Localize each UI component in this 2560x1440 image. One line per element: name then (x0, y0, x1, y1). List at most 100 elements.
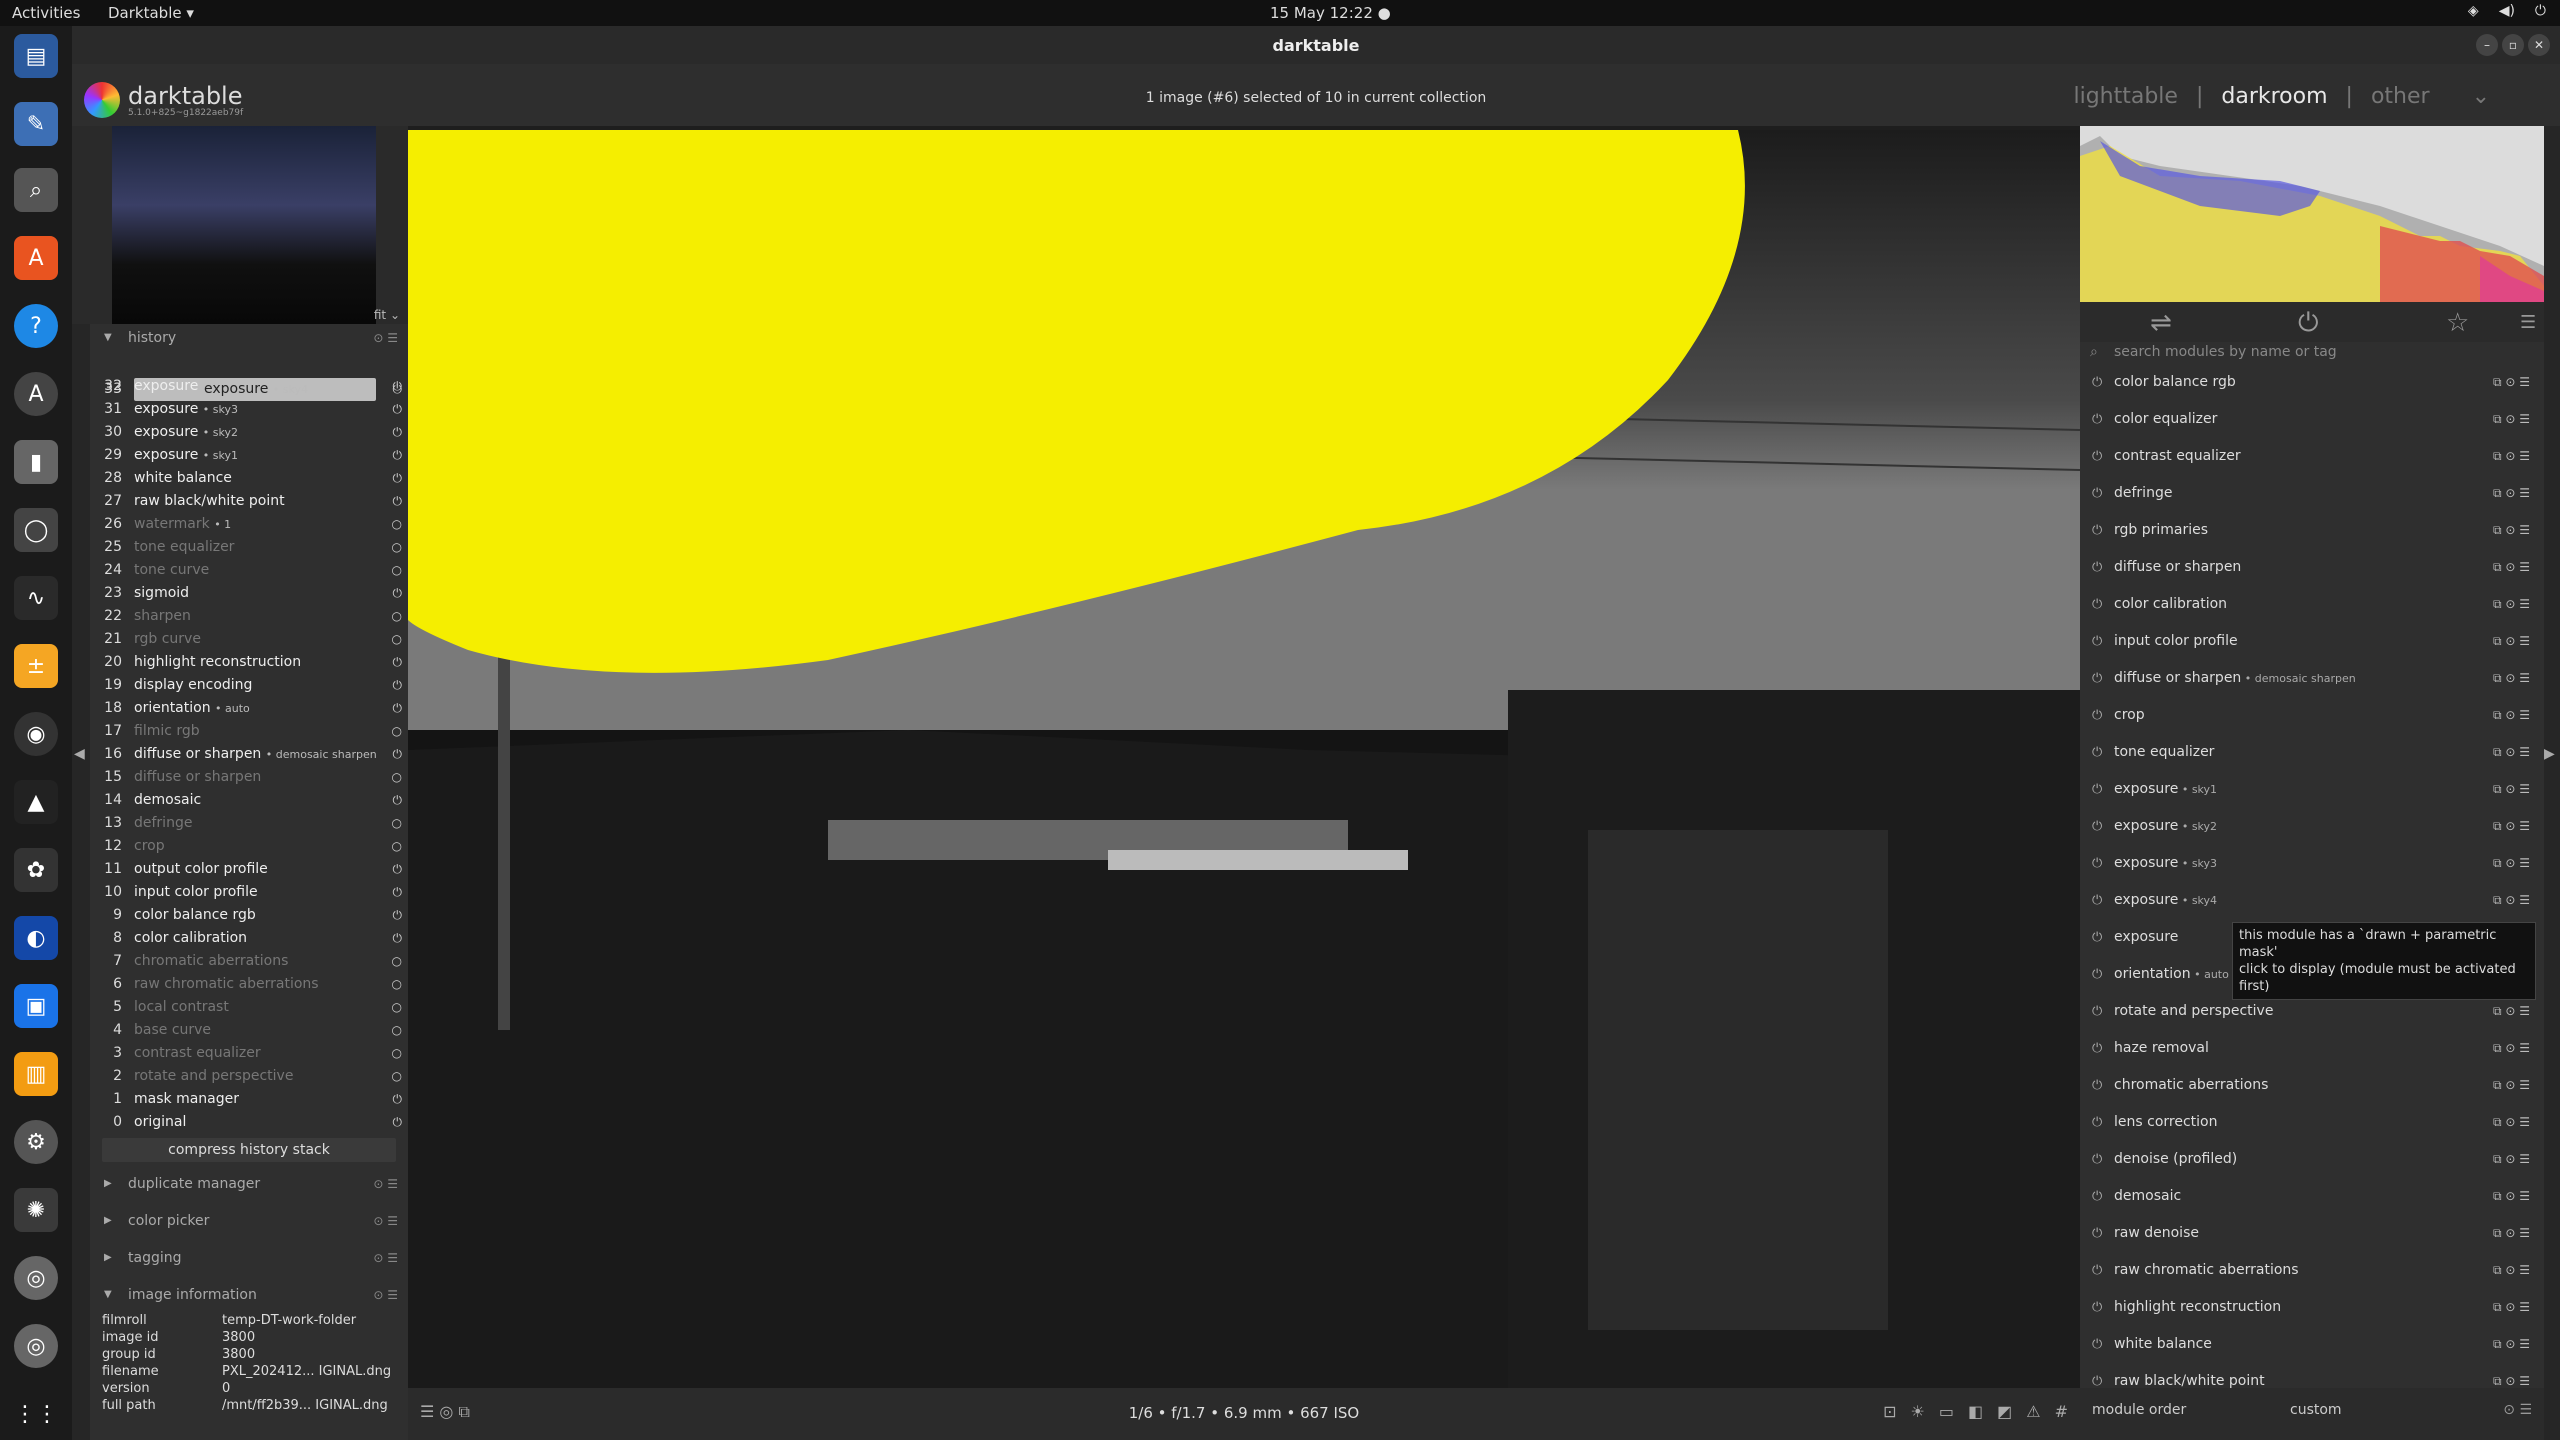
volume-icon[interactable]: ◀) (2499, 3, 2515, 19)
history-item[interactable]: 24 tone curve ○ (90, 559, 408, 582)
gimp-icon[interactable]: ✿ (14, 848, 58, 892)
module-action-icons[interactable]: ⧉ ⊙ ☰ (2493, 549, 2530, 586)
module-action-icons[interactable]: ⧉ ⊙ ☰ (2493, 475, 2530, 512)
history-item[interactable]: 16 diffuse or sharpen • demosaic sharpen ⏻ (90, 743, 408, 766)
menu-icon[interactable]: ☰ (2520, 312, 2536, 333)
module-action-icons[interactable]: ⧉ ⊙ ☰ (2493, 1252, 2530, 1289)
history-item[interactable]: 0 original ⏻ (90, 1111, 408, 1134)
module-power-icon[interactable]: ⏻ (2092, 919, 2102, 956)
module-power-icon[interactable]: ⏻ (2092, 438, 2102, 475)
history-item[interactable]: 28 white balance ⏻ (90, 467, 408, 490)
module-item[interactable]: ⏻ defringe ⧉ ⊙ ☰ (2080, 475, 2544, 512)
module-item[interactable]: ⏻ raw chromatic aberrations ⧉ ⊙ ☰ (2080, 1252, 2544, 1289)
module-action-icons[interactable]: ⧉ ⊙ ☰ (2493, 1141, 2530, 1178)
gamut-check-icon[interactable]: ◩ (1997, 1402, 2012, 1421)
module-preset-icons[interactable]: ⊙ ☰ (373, 1244, 398, 1272)
module-item[interactable]: ⏻ color equalizer ⧉ ⊙ ☰ (2080, 401, 2544, 438)
module-preset-icons[interactable]: ⊙ ☰ (373, 1207, 398, 1235)
history-item[interactable]: 20 highlight reconstruction ⏻ (90, 651, 408, 674)
collapse-left-icon[interactable]: ◀ (74, 746, 85, 762)
history-item[interactable]: 4 base curve ○ (90, 1019, 408, 1042)
module-item[interactable]: ⏻ exposure • sky2 ⧉ ⊙ ☰ (2080, 808, 2544, 845)
chevron-down-icon[interactable]: ⌄ (2472, 84, 2490, 109)
blender-icon[interactable]: ◐ (14, 916, 58, 960)
zoom-selector[interactable]: fit ⌄ (374, 308, 400, 322)
module-power-icon[interactable]: ⏻ (2092, 364, 2102, 401)
module-order-icons[interactable]: ⊙ ☰ (2503, 1402, 2532, 1418)
calculator-icon[interactable]: ± (14, 644, 58, 688)
module-power-icon[interactable]: ⏻ (2092, 475, 2102, 512)
module-action-icons[interactable]: ⧉ ⊙ ☰ (2493, 771, 2530, 808)
module-power-icon[interactable]: ⏻ (2092, 1363, 2102, 1388)
history-item[interactable]: 3 contrast equalizer ○ (90, 1042, 408, 1065)
module-power-icon[interactable]: ⏻ (2092, 1067, 2102, 1104)
module-preset-icons[interactable]: ⊙ ☰ (373, 1281, 398, 1309)
usb-icon[interactable]: ▮ (14, 440, 58, 484)
history-item[interactable]: 1 mask manager ⏻ (90, 1088, 408, 1111)
history-item[interactable]: 27 raw black/white point ⏻ (90, 490, 408, 513)
bulb-icon[interactable]: ☀ (1911, 1402, 1925, 1421)
history-item[interactable]: 11 output color profile ⏻ (90, 858, 408, 881)
module-power-icon[interactable]: ⏻ (2092, 1289, 2102, 1326)
module-item[interactable]: ⏻ white balance ⧉ ⊙ ☰ (2080, 1326, 2544, 1363)
clock[interactable]: 15 May 12:22 ● (1270, 4, 1391, 22)
module-power-icon[interactable]: ⏻ (2092, 771, 2102, 808)
history-item[interactable]: 2 rotate and perspective ○ (90, 1065, 408, 1088)
navigation-thumbnail[interactable] (112, 126, 376, 324)
history-item[interactable]: 31 exposure • sky3 ⏻ (90, 398, 408, 421)
module-power-icon[interactable]: ⏻ (2092, 1326, 2102, 1363)
collapse-right-icon[interactable]: ▶ (2544, 746, 2555, 762)
history-item[interactable]: 22 sharpen ○ (90, 605, 408, 628)
module-action-icons[interactable]: ⧉ ⊙ ☰ (2493, 1104, 2530, 1141)
settings-icon[interactable]: ⚙ (14, 1120, 58, 1164)
power-icon[interactable]: ⏻ (2535, 3, 2546, 19)
module-item[interactable]: ⏻ haze removal ⧉ ⊙ ☰ (2080, 1030, 2544, 1067)
module-power-icon[interactable]: ⏻ (2092, 1178, 2102, 1215)
module-power-icon[interactable]: ⏻ (2092, 1215, 2102, 1252)
module-item[interactable]: ⏻ crop ⧉ ⊙ ☰ (2080, 697, 2544, 734)
module-power-icon[interactable]: ⏻ (2092, 845, 2102, 882)
guides-icon[interactable]: # (2055, 1402, 2068, 1421)
help-icon[interactable]: ? (14, 304, 58, 348)
module-action-icons[interactable]: ⧉ ⊙ ☰ (2493, 1215, 2530, 1252)
module-item[interactable]: ⏻ input color profile ⧉ ⊙ ☰ (2080, 623, 2544, 660)
module-power-icon[interactable]: ⏻ (2092, 956, 2102, 993)
view-lighttable[interactable]: lighttable (2073, 84, 2177, 109)
history-item[interactable]: 6 raw chromatic aberrations ○ (90, 973, 408, 996)
chip-icon[interactable]: ▣ (14, 984, 58, 1028)
module-power-icon[interactable]: ⏻ (2092, 1030, 2102, 1067)
app-store-icon[interactable]: A (14, 236, 58, 280)
activities-button[interactable]: Activities (12, 4, 80, 22)
module-item[interactable]: ⏻ color balance rgb ⧉ ⊙ ☰ (2080, 364, 2544, 401)
module-search[interactable]: ⌕ search modules by name or tag (2080, 342, 2544, 364)
module-item[interactable]: ⏻ raw black/white point ⧉ ⊙ ☰ (2080, 1363, 2544, 1388)
star-icon[interactable]: ☆ (2446, 308, 2469, 338)
history-item[interactable]: 30 exposure • sky2 ⏻ (90, 421, 408, 444)
module-action-icons[interactable]: ⧉ ⊙ ☰ (2493, 882, 2530, 919)
history-item[interactable]: 21 rgb curve ○ (90, 628, 408, 651)
module-item[interactable]: ⏻ highlight reconstruction ⧉ ⊙ ☰ (2080, 1289, 2544, 1326)
module-action-icons[interactable]: ⧉ ⊙ ☰ (2493, 512, 2530, 549)
module-action-icons[interactable]: ⧉ ⊙ ☰ (2493, 586, 2530, 623)
history-item[interactable]: 26 watermark • 1 ○ (90, 513, 408, 536)
files-icon[interactable]: ▤ (14, 34, 58, 78)
module-power-icon[interactable]: ⏻ (2092, 549, 2102, 586)
module-power-icon[interactable]: ⏻ (2092, 660, 2102, 697)
search-icon[interactable]: ⌕ (14, 168, 58, 212)
module-action-icons[interactable]: ⧉ ⊙ ☰ (2493, 623, 2530, 660)
module-action-icons[interactable]: ⧉ ⊙ ☰ (2493, 1289, 2530, 1326)
module-action-icons[interactable]: ⧉ ⊙ ☰ (2493, 364, 2530, 401)
module-item[interactable]: ⏻ rgb primaries ⧉ ⊙ ☰ (2080, 512, 2544, 549)
files-doc-icon[interactable]: ▥ (14, 1052, 58, 1096)
module-power-icon[interactable]: ⏻ (2092, 808, 2102, 845)
module-action-icons[interactable]: ⧉ ⊙ ☰ (2493, 1067, 2530, 1104)
clipping-icon[interactable]: ⚠ (2026, 1402, 2040, 1421)
history-item[interactable]: 13 defringe ○ (90, 812, 408, 835)
module-action-icons[interactable]: ⧉ ⊙ ☰ (2493, 1363, 2530, 1388)
module-action-icons[interactable]: ⧉ ⊙ ☰ (2493, 808, 2530, 845)
module-action-icons[interactable]: ⧉ ⊙ ☰ (2493, 401, 2530, 438)
module-item[interactable]: ⏻ diffuse or sharpen • demosaic sharpen ⧉ … (2080, 660, 2544, 697)
power-group-icon[interactable]: ⏻ (2298, 308, 2319, 339)
vlc-icon[interactable]: ▲ (14, 780, 58, 824)
system-tray[interactable]: ◈ ◀) ⏻ (2468, 3, 2546, 19)
